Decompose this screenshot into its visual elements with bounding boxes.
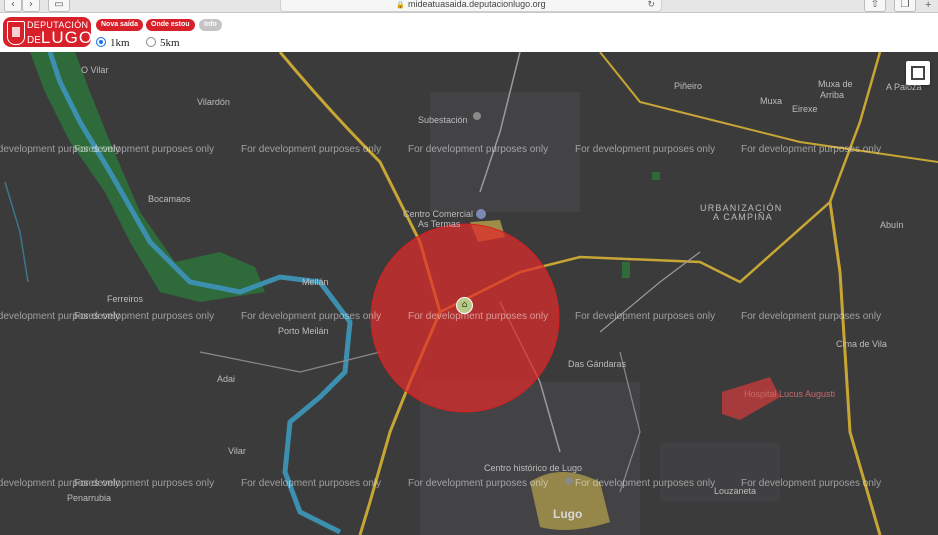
place-label: Muxa (760, 96, 783, 106)
place-label: Piñeiro (674, 81, 703, 91)
place-label: Vilardón (197, 97, 230, 107)
home-location-marker[interactable]: ⌂ (456, 297, 473, 314)
dev-watermark: For development purposes only (741, 311, 882, 322)
place-label: Lugo (553, 507, 583, 521)
app-header: DEPUTACIÓN DELUGO Nova saída Onde estou … (0, 13, 938, 52)
dev-watermark: For development purposes only (575, 144, 716, 155)
share-icon[interactable]: ⇧ (864, 0, 886, 12)
dev-watermark: For development purposes only (575, 311, 716, 322)
place-label: Vilar (228, 446, 246, 456)
info-button[interactable]: Info (199, 19, 222, 31)
place-label: Porto Meilán (278, 326, 329, 336)
browser-toolbar: ‹ › ▭ 🔒 mideatuasaida.deputacionlugo.org … (0, 0, 938, 13)
dev-watermark: For development purposes only (575, 478, 716, 489)
place-label: Abuín (880, 220, 904, 230)
place-label: Das Gándaras (568, 359, 627, 369)
onde-estou-button[interactable]: Onde estou (146, 19, 195, 31)
crest-icon (7, 21, 25, 45)
radius-option-5km[interactable]: 5km (146, 37, 180, 49)
place-label: Adai (217, 374, 236, 384)
dev-watermark: For development purposes only (74, 144, 215, 155)
deputacion-lugo-logo[interactable]: DEPUTACIÓN DELUGO (3, 17, 94, 47)
sidebar-icon[interactable]: ▭ (48, 0, 70, 12)
place-label: Hospital Lucus Augusti (744, 389, 836, 399)
map-view[interactable]: O Vilar Vilardón Subestación Piñeiro Mux… (0, 52, 938, 535)
dev-watermark: For development purposes only (408, 478, 549, 489)
dev-watermark: For development purposes only (741, 478, 882, 489)
dev-watermark: For development purposes only (741, 144, 882, 155)
dev-watermark: For development purposes only (241, 478, 382, 489)
place-label: Eirexe (792, 104, 818, 114)
place-label: Centro Comercial (403, 209, 474, 219)
dev-watermark: For development purposes only (241, 144, 382, 155)
address-bar[interactable]: 🔒 mideatuasaida.deputacionlugo.org ↻ (280, 0, 662, 12)
dev-watermark: For development purposes only (74, 311, 215, 322)
dev-watermark: For development purposes only (74, 478, 215, 489)
place-label: Meilán (302, 277, 329, 287)
place-label: Arriba (820, 90, 845, 100)
url-text: mideatuasaida.deputacionlugo.org (408, 0, 546, 9)
nova-saida-button[interactable]: Nova saída (96, 19, 143, 31)
place-label: Penarrubia (67, 493, 112, 503)
place-label: Centro histórico de Lugo (484, 463, 583, 473)
tabs-icon[interactable]: ❐ (894, 0, 916, 12)
back-button[interactable]: ‹ (4, 0, 22, 12)
place-label: Cima de Vila (836, 339, 887, 349)
place-label: Ferreiros (107, 294, 144, 304)
logo-line2: DELUGO (27, 28, 94, 47)
dev-watermark: For development purposes only (408, 311, 549, 322)
reload-icon[interactable]: ↻ (647, 0, 655, 10)
lock-icon: 🔒 (396, 2, 406, 9)
new-tab-icon[interactable]: + (925, 0, 931, 11)
radio-unselected-icon[interactable] (146, 37, 156, 47)
fullscreen-button[interactable] (906, 61, 930, 85)
place-label: Bocamaos (148, 194, 191, 204)
place-label: O Vilar (81, 65, 109, 75)
place-label: As Termas (418, 219, 461, 229)
place-label: Subestación (418, 115, 468, 125)
place-label: Muxa de (818, 79, 853, 89)
radius-option-1km[interactable]: 1km (96, 37, 130, 49)
place-label: A CAMPIÑA (713, 212, 773, 222)
radio-selected-icon[interactable] (96, 37, 106, 47)
dev-watermark: For development purposes only (408, 144, 549, 155)
dev-watermark: For development purposes only (241, 311, 382, 322)
forward-button[interactable]: › (22, 0, 40, 12)
